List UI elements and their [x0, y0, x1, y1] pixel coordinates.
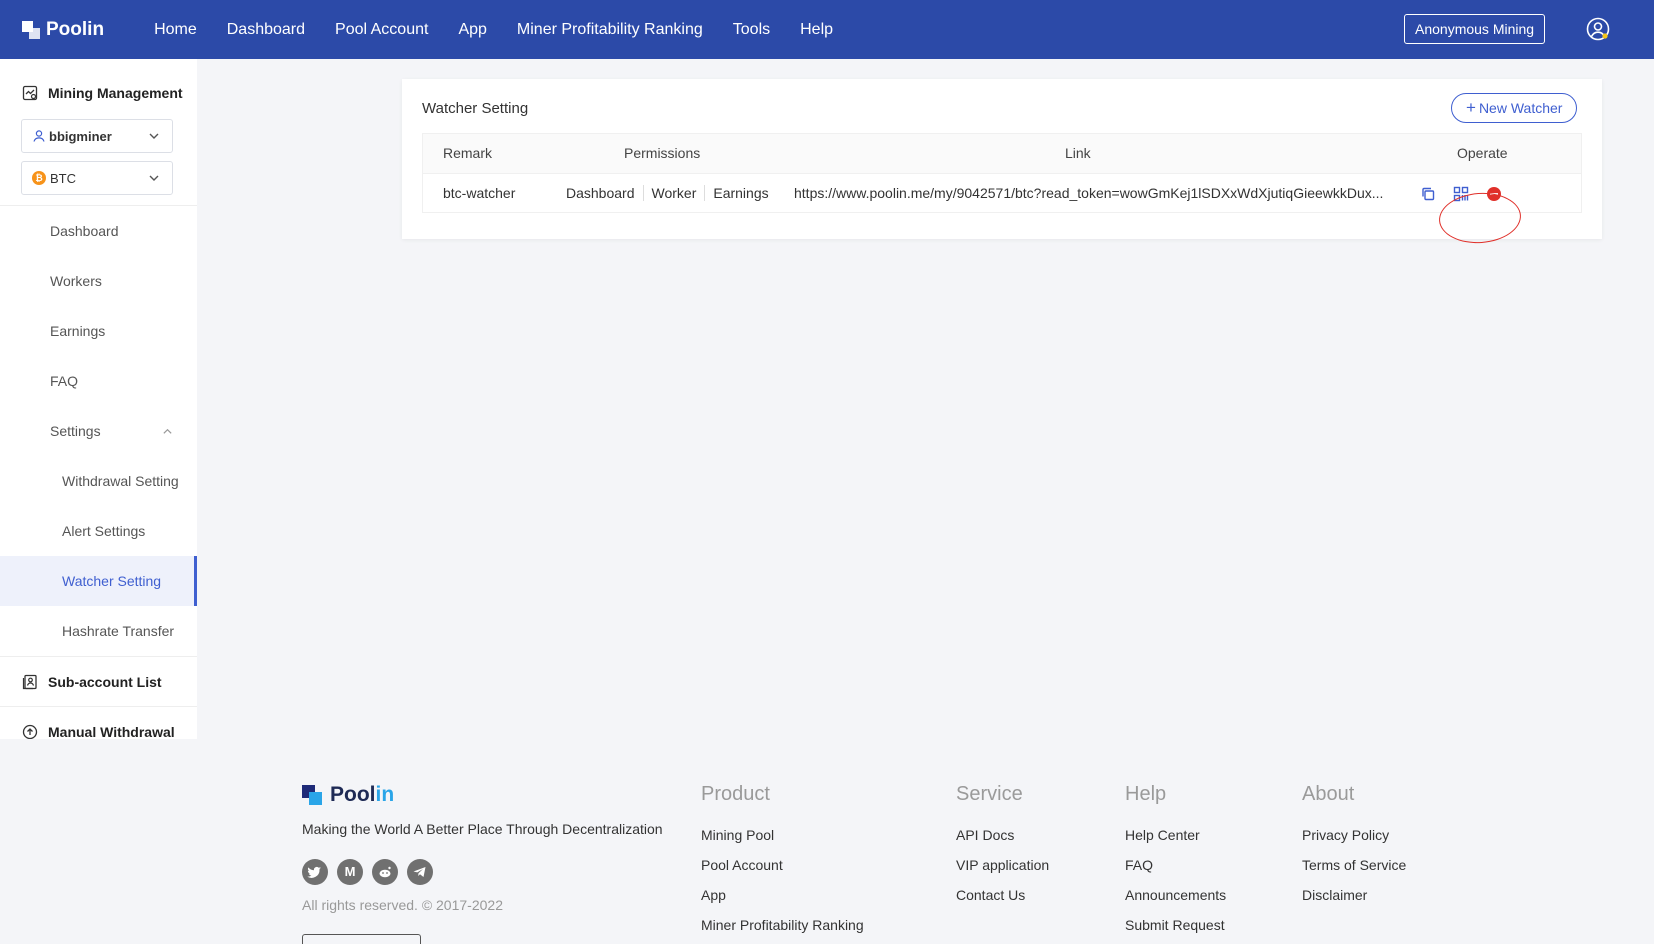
- poolin-logo[interactable]: Poolin: [22, 19, 104, 41]
- chevron-up-icon: [163, 428, 172, 434]
- nav-help[interactable]: Help: [800, 21, 833, 39]
- sidebar-item-alert-settings[interactable]: Alert Settings: [0, 506, 197, 556]
- footer-link-submit-request[interactable]: Submit Request: [1125, 910, 1226, 940]
- sidebar-item-earnings[interactable]: Earnings: [0, 306, 197, 356]
- poolin-logo-icon: [302, 785, 322, 805]
- watcher-setting-card: Watcher Setting + New Watcher Remark Perm…: [402, 79, 1602, 246]
- row-permissions: Dashboard Worker Earnings: [558, 174, 777, 213]
- page-title: Watcher Setting: [422, 100, 529, 117]
- new-watcher-label: New Watcher: [1478, 100, 1563, 116]
- footer-column-title: About: [1302, 783, 1355, 805]
- footer-column-title: Product: [701, 783, 770, 805]
- footer-column-title: Help: [1125, 783, 1167, 805]
- table-header: Remark Permissions Link Operate: [423, 134, 1581, 173]
- table-row: btc-watcher Dashboard Worker Earnings http…: [423, 173, 1581, 212]
- footer-link-contact-us[interactable]: Contact Us: [956, 880, 1049, 910]
- footer-link-app[interactable]: App: [701, 880, 864, 910]
- column-remark: Remark: [443, 145, 493, 161]
- column-link: Link: [1065, 145, 1091, 161]
- chevron-down-icon: [149, 175, 159, 181]
- mining-management-icon: [22, 85, 38, 101]
- footer-link-api-docs[interactable]: API Docs: [956, 820, 1049, 850]
- user-account-icon[interactable]: [1586, 17, 1610, 41]
- footer-link-help-center[interactable]: Help Center: [1125, 820, 1226, 850]
- coin-select[interactable]: ₿ BTC: [21, 161, 173, 195]
- plus-icon: +: [1466, 98, 1476, 117]
- top-navigation-bar: Poolin Home Dashboard Pool Account App M…: [0, 0, 1654, 59]
- sidebar-item-hashrate-transfer[interactable]: Hashrate Transfer: [0, 606, 197, 656]
- telegram-icon[interactable]: [407, 859, 433, 885]
- sidebar-item-workers[interactable]: Workers: [0, 256, 197, 306]
- sidebar-item-withdrawal-setting[interactable]: Withdrawal Setting: [0, 456, 197, 506]
- sidebar-item-faq[interactable]: FAQ: [0, 356, 197, 406]
- manual-withdrawal-label: Manual Withdrawal: [48, 723, 175, 740]
- permission-tag: Earnings: [704, 185, 776, 201]
- sidebar-item-dashboard[interactable]: Dashboard: [0, 206, 197, 256]
- permission-tag: Dashboard: [566, 185, 635, 201]
- poolin-logo-icon: [22, 20, 40, 39]
- nav-pool-account[interactable]: Pool Account: [335, 21, 428, 39]
- nav-dashboard[interactable]: Dashboard: [227, 21, 305, 39]
- footer-link-disclaimer[interactable]: Disclaimer: [1302, 880, 1406, 910]
- permission-tag: Worker: [642, 185, 705, 201]
- footer-link-announcements[interactable]: Announcements: [1125, 880, 1226, 910]
- footer-link-faq[interactable]: FAQ: [1125, 850, 1226, 880]
- medium-icon[interactable]: M: [337, 859, 363, 885]
- account-select[interactable]: bbigminer: [21, 119, 173, 153]
- footer-column-product: Product Mining Pool Pool Account App Min…: [701, 783, 864, 940]
- manual-withdrawal-header[interactable]: Manual Withdrawal: [0, 706, 197, 739]
- language-select[interactable]: [302, 934, 421, 944]
- footer-link-privacy-policy[interactable]: Privacy Policy: [1302, 820, 1406, 850]
- footer-link-mining-pool[interactable]: Mining Pool: [701, 820, 864, 850]
- nav-tools[interactable]: Tools: [733, 21, 770, 39]
- mining-management-header[interactable]: Mining Management: [0, 75, 197, 111]
- mining-management-label: Mining Management: [48, 85, 183, 101]
- nav-home[interactable]: Home: [154, 21, 197, 39]
- bitcoin-icon: ₿: [32, 171, 46, 185]
- footer-link-miner-profitability-ranking[interactable]: Miner Profitability Ranking: [701, 910, 864, 940]
- main-nav: Home Dashboard Pool Account App Miner Pr…: [154, 21, 863, 39]
- footer-column-service: Service API Docs VIP application Contact…: [956, 783, 1049, 910]
- footer-column-help: Help Help Center FAQ Announcements Submi…: [1125, 783, 1226, 940]
- watcher-table: Remark Permissions Link Operate btc-watc…: [422, 133, 1582, 213]
- user-icon: [33, 130, 45, 142]
- brand-name: Poolin: [46, 18, 105, 40]
- row-remark: btc-watcher: [443, 185, 516, 201]
- social-links: M: [302, 859, 442, 885]
- sub-account-list-label: Sub-account List: [48, 673, 162, 690]
- sidebar-item-watcher-setting[interactable]: Watcher Setting: [0, 556, 197, 606]
- footer-logo[interactable]: Pool in: [302, 783, 394, 807]
- manual-withdrawal-icon: [22, 724, 38, 739]
- column-permissions: Permissions: [624, 145, 701, 161]
- nav-miner-profitability-ranking[interactable]: Miner Profitability Ranking: [517, 21, 703, 39]
- sidebar-item-settings[interactable]: Settings: [0, 406, 197, 456]
- column-operate: Operate: [1457, 145, 1508, 161]
- footer-link-vip-application[interactable]: VIP application: [956, 850, 1049, 880]
- chevron-down-icon: [149, 133, 159, 139]
- sidebar: Mining Management bbigminer ₿ BTC Dashbo…: [0, 59, 197, 739]
- coin-select-value: BTC: [50, 170, 76, 186]
- copy-icon[interactable]: [1419, 185, 1437, 203]
- account-select-value: bbigminer: [49, 128, 112, 144]
- row-link[interactable]: https://www.poolin.me/my/9042571/btc?rea…: [794, 174, 1383, 213]
- footer-link-pool-account[interactable]: Pool Account: [701, 850, 864, 880]
- anonymous-mining-button[interactable]: Anonymous Mining: [1404, 14, 1546, 44]
- footer-column-title: Service: [956, 783, 1023, 805]
- sidebar-item-settings-label: Settings: [50, 423, 101, 439]
- copyright-text: All rights reserved. © 2017-2022: [302, 897, 503, 913]
- nav-app[interactable]: App: [458, 21, 486, 39]
- footer-link-terms-of-service[interactable]: Terms of Service: [1302, 850, 1406, 880]
- footer-brand-pool: Pool: [330, 783, 376, 806]
- sub-account-list-icon: [22, 674, 37, 689]
- footer-slogan: Making the World A Better Place Through …: [302, 821, 663, 837]
- footer: Pool in Making the World A Better Place T…: [0, 739, 1654, 944]
- footer-brand-in: in: [375, 783, 395, 806]
- new-watcher-button[interactable]: + New Watcher: [1451, 93, 1578, 123]
- reddit-icon[interactable]: [372, 859, 398, 885]
- twitter-icon[interactable]: [302, 859, 328, 885]
- sub-account-list-header[interactable]: Sub-account List: [0, 656, 197, 706]
- footer-column-about: About Privacy Policy Terms of Service Di…: [1302, 783, 1406, 910]
